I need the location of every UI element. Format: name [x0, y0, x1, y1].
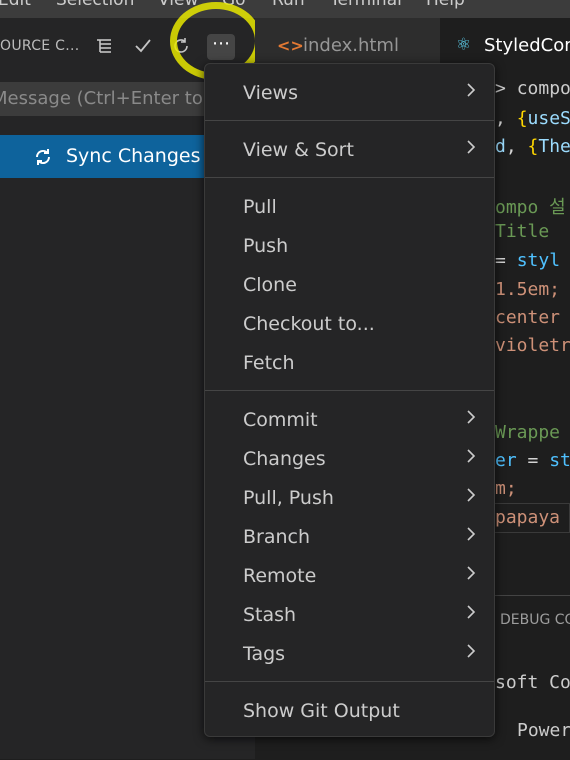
chevron-right-icon: [466, 75, 476, 111]
menu-item-pull[interactable]: Pull: [205, 189, 494, 225]
menu-separator: [205, 681, 494, 682]
code-line: m;: [495, 478, 517, 499]
menu-item-label: Views: [243, 82, 298, 104]
menu-item-changes[interactable]: Changes: [205, 441, 494, 477]
code-token: st: [549, 450, 570, 471]
code-token: d: [495, 136, 506, 157]
menu-terminal[interactable]: Terminal: [330, 0, 402, 10]
more-actions-context-menu: Views View & Sort Pull Push Clone Checkout to…: [204, 63, 495, 737]
menu-edit[interactable]: Edit: [0, 0, 31, 10]
menu-item-remote[interactable]: Remote: [205, 558, 494, 594]
tab-label: index.html: [303, 35, 399, 56]
code-line: center: [495, 307, 560, 328]
chevron-right-icon: [466, 132, 476, 168]
current-line-highlight: [495, 503, 570, 533]
sync-changes-label: Sync Changes: [66, 145, 201, 167]
code-token: violetr: [495, 335, 570, 356]
chevron-right-icon: [466, 558, 476, 594]
menu-item-label: Branch: [243, 526, 311, 548]
menu-item-label: Pull: [243, 196, 277, 218]
code-token: 1.5em;: [495, 279, 561, 300]
code-line: > compo: [495, 78, 570, 99]
menu-separator: [205, 390, 494, 391]
code-token: The: [538, 136, 570, 157]
menu-item-label: Pull, Push: [243, 487, 334, 509]
code-line: 1.5em;: [495, 279, 560, 300]
sync-icon: [32, 135, 54, 178]
code-token: {: [527, 136, 539, 157]
menubar: Edit Selection View Go Run Terminal Help: [0, 0, 570, 18]
view-as-tree-icon[interactable]: [92, 34, 116, 58]
menu-item-view-sort[interactable]: View & Sort: [205, 132, 494, 168]
chevron-right-icon: [466, 402, 476, 438]
chevron-right-icon: [466, 480, 476, 516]
menu-item-label: Fetch: [243, 352, 295, 374]
code-token: {: [516, 108, 528, 129]
code-line: ompo 설: [495, 193, 566, 219]
code-token: styl: [516, 250, 561, 271]
code-token: Wrappe: [495, 422, 561, 443]
menu-item-label: Push: [243, 235, 289, 257]
code-line: Title: [495, 221, 549, 242]
menu-item-checkout-to[interactable]: Checkout to...: [205, 306, 494, 342]
chevron-right-icon: [466, 441, 476, 477]
code-token: m;: [495, 478, 517, 499]
chevron-right-icon: [466, 636, 476, 672]
scm-title: OURCE C...: [0, 38, 80, 54]
tab-label: StyledCom: [484, 35, 570, 56]
chevron-right-icon: [466, 597, 476, 633]
menu-item-fetch[interactable]: Fetch: [205, 345, 494, 381]
menu-item-push[interactable]: Push: [205, 228, 494, 264]
code-token: =: [495, 250, 517, 271]
sync-changes-button[interactable]: Sync Changes: [0, 135, 210, 178]
menu-item-label: Tags: [243, 643, 286, 665]
menu-selection[interactable]: Selection: [56, 0, 134, 10]
menu-item-commit[interactable]: Commit: [205, 402, 494, 438]
terminal-output-line: Power: [517, 720, 570, 741]
panel-tab-debug-console[interactable]: DEBUG CO: [500, 612, 570, 628]
menu-item-label: Changes: [243, 448, 326, 470]
code-token: =: [516, 450, 550, 471]
menu-run[interactable]: Run: [272, 0, 305, 10]
menu-item-label: Checkout to...: [243, 313, 375, 335]
code-token: Title: [495, 221, 550, 242]
menu-item-show-git-output[interactable]: Show Git Output: [205, 693, 494, 729]
code-line: = styl: [495, 250, 560, 271]
menu-item-stash[interactable]: Stash: [205, 597, 494, 633]
code-token: ,: [495, 108, 517, 129]
react-file-icon: ⚛: [456, 35, 472, 55]
menu-item-views[interactable]: Views: [205, 75, 494, 111]
commit-check-icon[interactable]: [131, 34, 155, 58]
menu-help[interactable]: Help: [426, 0, 465, 10]
code-line: violetr: [495, 335, 570, 356]
menu-item-pull-push[interactable]: Pull, Push: [205, 480, 494, 516]
menu-item-label: Show Git Output: [243, 700, 400, 722]
code-token: ompo 설: [495, 197, 566, 218]
menu-item-branch[interactable]: Branch: [205, 519, 494, 555]
code-line: , {useS: [495, 108, 570, 129]
menu-separator: [205, 120, 494, 121]
code-line: d, {The: [495, 136, 570, 157]
code-token: >: [495, 78, 517, 99]
menu-separator: [205, 177, 494, 178]
menu-item-clone[interactable]: Clone: [205, 267, 494, 303]
menu-item-label: Commit: [243, 409, 318, 431]
code-token: ,: [505, 136, 528, 157]
menu-item-label: Clone: [243, 274, 297, 296]
commit-message-placeholder: Message (Ctrl+Enter to co: [0, 88, 230, 109]
chevron-right-icon: [466, 519, 476, 555]
code-token: useS: [527, 108, 570, 129]
terminal-output-line: soft Co: [495, 672, 570, 693]
menu-item-tags[interactable]: Tags: [205, 636, 494, 672]
code-token: compo: [516, 78, 570, 99]
menu-item-label: Stash: [243, 604, 297, 626]
code-token: er: [495, 450, 517, 471]
code-line: Wrappe: [495, 422, 560, 443]
code-token: center: [495, 307, 561, 328]
code-line: er = st: [495, 450, 570, 471]
menu-item-label: Remote: [243, 565, 317, 587]
html-file-icon: <>: [277, 36, 304, 55]
menu-item-label: View & Sort: [243, 139, 354, 161]
